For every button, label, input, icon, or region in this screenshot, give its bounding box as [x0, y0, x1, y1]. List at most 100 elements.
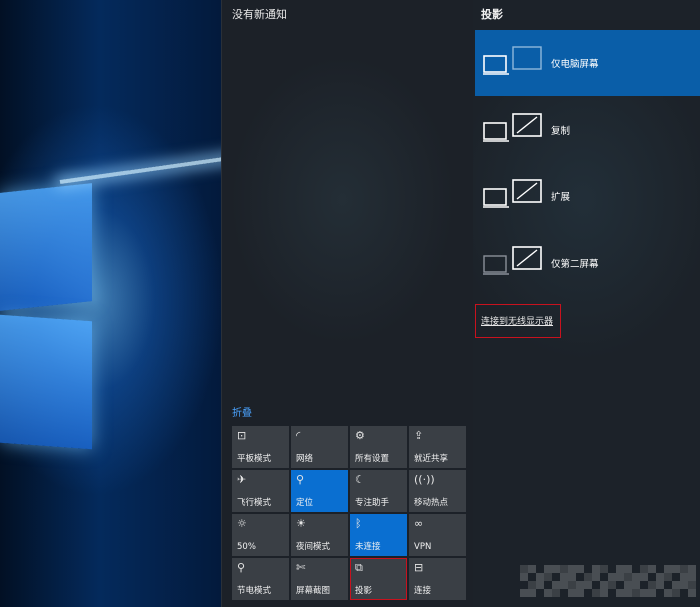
tile-screen-snip[interactable]: ✄ 屏幕截图: [291, 558, 348, 600]
tile-label: 未连接: [355, 542, 381, 552]
tile-bluetooth[interactable]: ᛒ 未连接: [350, 514, 407, 556]
watermark-cell: [568, 589, 576, 597]
watermark-cell: [624, 581, 632, 589]
tile-label: 50%: [237, 542, 256, 552]
tile-tablet-mode[interactable]: ⊡ 平板模式: [232, 426, 289, 468]
tile-connect[interactable]: ⊟ 连接: [409, 558, 466, 600]
watermark-cell: [584, 573, 592, 581]
watermark-cell: [528, 581, 536, 589]
watermark-cell: [688, 589, 696, 597]
watermark-cell: [600, 589, 608, 597]
watermark-cell: [624, 573, 632, 581]
nearby-share-icon: ⇪: [414, 429, 424, 442]
watermark-cell: [608, 565, 616, 573]
tile-label: VPN: [414, 542, 432, 552]
watermark-cell: [608, 581, 616, 589]
tile-brightness[interactable]: ☼ 50%: [232, 514, 289, 556]
hotspot-icon: ((·)): [414, 473, 435, 486]
watermark-cell: [680, 573, 688, 581]
notification-status: 没有新通知: [232, 8, 287, 21]
watermark-cell: [536, 589, 544, 597]
tile-label: 夜间模式: [296, 542, 331, 552]
watermark-cell: [600, 565, 608, 573]
tile-location[interactable]: ⚲ 定位: [291, 470, 348, 512]
watermark-cell: [576, 581, 584, 589]
watermark-cell: [616, 589, 624, 597]
mode-pc-screen-only[interactable]: 仅电脑屏幕: [475, 30, 700, 96]
watermark-cell: [568, 581, 576, 589]
mode-duplicate[interactable]: 复制: [475, 97, 700, 163]
watermark-cell: [552, 565, 560, 573]
quick-actions-grid: ⊡ 平板模式 ◜ 网络 ⚙ 所有设置 ⇪ 就近共享 ✈ 飞行模式 ⚲ 定位 ☾ …: [232, 426, 466, 600]
mode-extend[interactable]: 扩展: [475, 163, 700, 229]
watermark-cell: [608, 589, 616, 597]
action-center: 没有新通知 折叠 ⊡ 平板模式 ◜ 网络 ⚙ 所有设置 ⇪ 就近共享 ✈ 飞行模…: [221, 0, 473, 607]
watermark-cell: [560, 565, 568, 573]
watermark-cell: [552, 589, 560, 597]
watermark-cell: [672, 589, 680, 597]
tile-focus-assist[interactable]: ☾ 专注助手: [350, 470, 407, 512]
mode-label: 复制: [551, 126, 571, 137]
location-icon: ⚲: [296, 473, 305, 486]
night-light-icon: ☀: [296, 517, 306, 530]
tile-label: 连接: [414, 586, 432, 596]
watermark-cell: [656, 573, 664, 581]
tile-network[interactable]: ◜ 网络: [291, 426, 348, 468]
tile-mobile-hotspot[interactable]: ((·)) 移动热点: [409, 470, 466, 512]
watermark-cell: [688, 573, 696, 581]
connect-wireless-display-link[interactable]: 连接到无线显示器: [475, 304, 561, 338]
watermark-cell: [584, 581, 592, 589]
watermark-cell: [664, 589, 672, 597]
tile-label: 飞行模式: [237, 498, 272, 508]
mode-second-screen-only[interactable]: 仅第二屏幕: [475, 230, 700, 296]
tile-airplane-mode[interactable]: ✈ 飞行模式: [232, 470, 289, 512]
watermark-cell: [640, 565, 648, 573]
tile-night-light[interactable]: ☀ 夜间模式: [291, 514, 348, 556]
watermark-cell: [648, 573, 656, 581]
collapse-link[interactable]: 折叠: [232, 404, 252, 419]
watermark-cell: [520, 565, 528, 573]
watermark-cell: [648, 589, 656, 597]
watermark-cell: [632, 573, 640, 581]
airplane-icon: ✈: [237, 473, 247, 486]
watermark-cell: [560, 589, 568, 597]
tile-all-settings[interactable]: ⚙ 所有设置: [350, 426, 407, 468]
bluetooth-icon: ᛒ: [355, 517, 362, 530]
watermark-cell: [672, 565, 680, 573]
watermark-cell: [576, 565, 584, 573]
watermark-cell: [632, 589, 640, 597]
watermark-cell: [560, 573, 568, 581]
watermark-cell: [568, 573, 576, 581]
watermark-cell: [552, 573, 560, 581]
second-screen-only-icon: [483, 246, 542, 275]
wallpaper-light-beam: [59, 152, 221, 184]
connect-icon: ⊟: [414, 561, 424, 574]
brightness-icon: ☼: [237, 517, 247, 530]
watermark-cell: [680, 581, 688, 589]
watermark-cell: [656, 581, 664, 589]
tile-project[interactable]: ⧉ 投影: [350, 558, 407, 600]
watermark-cell: [536, 565, 544, 573]
tile-vpn[interactable]: ∞ VPN: [409, 514, 466, 556]
watermark-pattern: [520, 565, 696, 603]
watermark-cell: [528, 573, 536, 581]
watermark-cell: [544, 581, 552, 589]
screen-snip-icon: ✄: [296, 561, 306, 574]
watermark-cell: [600, 581, 608, 589]
wireless-link-text: 连接到无线显示器: [481, 317, 554, 327]
watermark-cell: [656, 565, 664, 573]
watermark-cell: [552, 581, 560, 589]
tile-nearby-share[interactable]: ⇪ 就近共享: [409, 426, 466, 468]
watermark-cell: [576, 573, 584, 581]
vpn-icon: ∞: [414, 517, 424, 530]
watermark-cell: [664, 565, 672, 573]
project-icon: ⧉: [355, 561, 363, 574]
tile-label: 平板模式: [237, 454, 272, 464]
watermark-cell: [568, 565, 576, 573]
watermark-cell: [592, 589, 600, 597]
watermark-cell: [632, 565, 640, 573]
watermark-cell: [584, 589, 592, 597]
settings-gear-icon: ⚙: [355, 429, 365, 442]
watermark-cell: [544, 573, 552, 581]
tile-battery-saver[interactable]: ⚲ 节电模式: [232, 558, 289, 600]
